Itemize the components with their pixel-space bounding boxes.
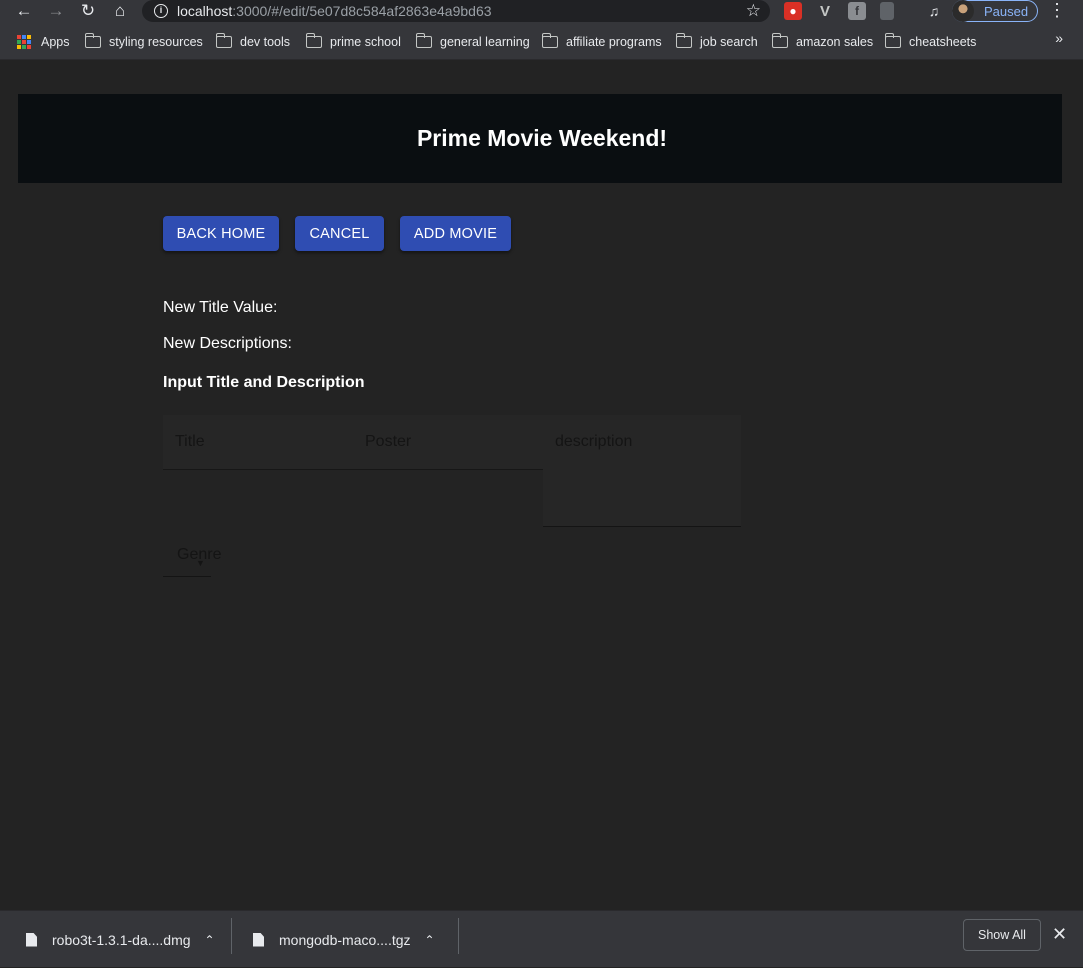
home-icon[interactable]: ⌂ (107, 0, 133, 22)
bookmark-label: job search (700, 34, 758, 49)
bookmark-label: affiliate programs (566, 34, 662, 49)
new-description-label: New Descriptions: (163, 335, 292, 352)
title-input[interactable] (163, 415, 353, 451)
download-divider (458, 918, 459, 954)
media-control-icon[interactable]: ♫ (925, 2, 943, 20)
apps-grid-icon (17, 34, 31, 49)
bookmark-label: Apps (41, 34, 70, 49)
file-icon (26, 932, 37, 947)
folder-icon (884, 32, 901, 48)
bookmark-folder-affiliate-programs[interactable]: affiliate programs (537, 28, 667, 56)
vue-devtools-icon[interactable]: V (816, 2, 834, 20)
url-text[interactable]: localhost:3000/#/edit/5e07d8c584af2863e4… (177, 3, 492, 19)
bookmark-folder-dev-tools[interactable]: dev tools (211, 28, 295, 56)
browser-toolbar: ← → ↻ ⌂ i localhost:3000/#/edit/5e07d8c5… (0, 0, 1083, 24)
bookmark-label: styling resources (109, 34, 203, 49)
bookmark-label: prime school (330, 34, 401, 49)
bookmark-folder-cheatsheets[interactable]: cheatsheets (880, 28, 981, 56)
url-path: :3000/#/edit/5e07d8c584af2863e4a9bd63 (232, 3, 492, 19)
folder-icon (215, 32, 232, 48)
profile-status-label: Paused (984, 3, 1029, 19)
cancel-button[interactable]: Cancel (295, 216, 384, 251)
download-shelf: robo3t-1.3.1-da....dmg ⌃ mongodb-maco...… (0, 910, 1083, 967)
genre-select[interactable]: Genre ▼ (163, 538, 221, 577)
bookmark-star-icon[interactable]: ☆ (746, 0, 761, 22)
bookmark-folder-prime-school[interactable]: prime school (301, 28, 406, 56)
app-header: Prime Movie Weekend! (18, 94, 1062, 183)
chevron-up-icon[interactable]: ⌃ (425, 933, 435, 947)
avatar (952, 0, 974, 22)
back-home-button[interactable]: Back Home (163, 216, 279, 251)
folder-icon (675, 32, 692, 48)
dropdown-caret-icon: ▼ (196, 558, 205, 568)
add-movie-button[interactable]: Add Movie (400, 216, 511, 251)
bookmark-folder-amazon-sales[interactable]: amazon sales (767, 28, 878, 56)
folder-icon (771, 32, 788, 48)
reload-icon[interactable]: ↻ (75, 0, 101, 22)
bookmarks-overflow-icon[interactable]: » (1055, 30, 1063, 46)
forward-arrow-icon[interactable]: → (43, 0, 69, 22)
bookmark-label: cheatsheets (909, 34, 977, 49)
close-icon[interactable]: ✕ (1052, 924, 1067, 945)
download-item[interactable]: mongodb-maco....tgz ⌃ (253, 911, 435, 968)
file-icon (253, 932, 264, 947)
url-host: localhost (177, 3, 233, 19)
folder-icon (305, 32, 322, 48)
facebook-extension-icon[interactable]: f (848, 2, 866, 20)
back-arrow-icon[interactable]: ← (11, 0, 37, 22)
site-info-icon[interactable]: i (154, 4, 168, 18)
bookmark-folder-general-learning[interactable]: general learning (411, 28, 535, 56)
chevron-up-icon[interactable]: ⌃ (205, 933, 215, 947)
bookmark-folder-styling-resources[interactable]: styling resources (80, 28, 208, 56)
folder-icon (541, 32, 558, 48)
extension-red-icon[interactable]: ● (784, 2, 802, 20)
show-all-button[interactable]: Show All (963, 919, 1041, 951)
new-title-label: New Title Value: (163, 299, 278, 316)
bookmark-label: dev tools (240, 34, 291, 49)
bookmark-apps[interactable]: Apps (12, 28, 75, 56)
folder-icon (415, 32, 432, 48)
bookmark-label: amazon sales (796, 34, 874, 49)
bookmark-folder-job-search[interactable]: job search (671, 28, 763, 56)
title-field[interactable] (163, 415, 353, 470)
profile-button[interactable]: Paused (952, 0, 1038, 22)
bookmarks-bar: Apps styling resources dev tools prime s… (0, 24, 1083, 60)
page-viewport: Prime Movie Weekend! Back Home Cancel Ad… (0, 60, 1083, 910)
poster-input[interactable] (353, 415, 543, 451)
description-field[interactable] (543, 415, 741, 527)
download-item[interactable]: robo3t-1.3.1-da....dmg ⌃ (26, 911, 215, 968)
download-filename: mongodb-maco....tgz (279, 931, 411, 948)
page-title: Prime Movie Weekend! (416, 125, 668, 151)
address-bar[interactable]: i localhost:3000/#/edit/5e07d8c584af2863… (142, 0, 770, 22)
browser-menu-icon[interactable]: ⋮ (1048, 0, 1066, 22)
folder-icon (84, 32, 101, 48)
download-filename: robo3t-1.3.1-da....dmg (52, 931, 191, 948)
download-divider (231, 918, 232, 954)
document-extension-icon[interactable] (880, 2, 894, 20)
poster-field[interactable] (353, 415, 543, 470)
form-section-title: Input Title and Description (163, 374, 365, 391)
bookmark-label: general learning (440, 34, 530, 49)
description-textarea[interactable] (543, 415, 741, 487)
